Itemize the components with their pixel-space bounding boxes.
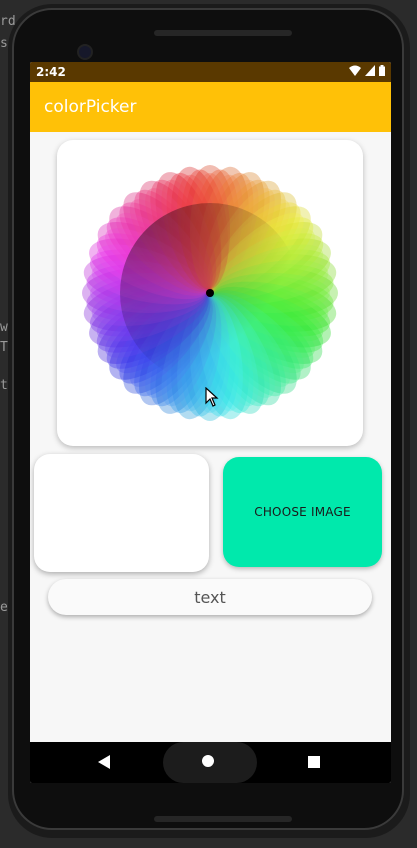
- app-bar: colorPicker: [30, 82, 391, 132]
- home-circle-icon[interactable]: [202, 755, 214, 767]
- color-wheel-center: [206, 289, 214, 297]
- wifi-icon: [349, 65, 361, 76]
- signal-icon: [365, 65, 375, 76]
- status-icons: [349, 65, 385, 76]
- device-screen: 2:42 colorPicker CHOOSE IMAGE text: [30, 62, 391, 783]
- status-bar: 2:42: [30, 62, 391, 82]
- ide-text-fragment: w: [0, 320, 8, 335]
- front-camera: [77, 44, 93, 60]
- recents-square-icon[interactable]: [308, 756, 320, 768]
- navigation-bar: [30, 742, 391, 783]
- top-speaker-grille: [154, 30, 292, 36]
- app-title: colorPicker: [44, 97, 137, 117]
- battery-icon: [379, 65, 385, 76]
- ide-text-fragment: T: [0, 340, 8, 355]
- choose-image-button[interactable]: CHOOSE IMAGE: [223, 457, 382, 567]
- color-preview-card: [34, 454, 209, 572]
- status-time: 2:42: [36, 65, 66, 79]
- color-text-field[interactable]: text: [48, 579, 372, 615]
- back-triangle-icon[interactable]: [98, 755, 110, 769]
- bottom-speaker-grille: [154, 816, 292, 822]
- mouse-cursor-icon: [205, 387, 219, 407]
- ide-text-fragment: t: [0, 378, 8, 393]
